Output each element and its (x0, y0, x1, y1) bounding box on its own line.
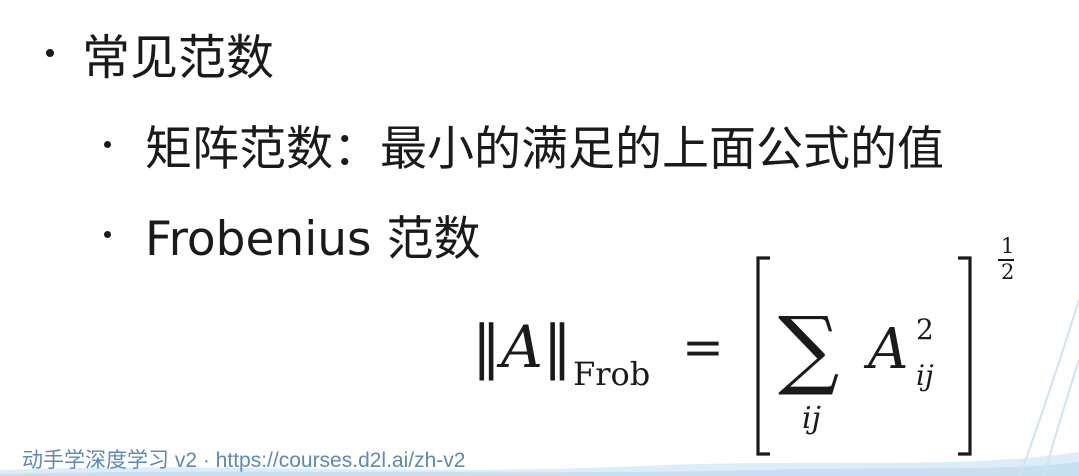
formula-term-subscript: ij (916, 359, 934, 392)
formula-sum-index: ij (802, 401, 821, 436)
frobenius-formula: ‖A‖ Frob = ∑ ij A 2 ij 1 2 (0, 0, 1079, 476)
left-bracket-icon (756, 256, 770, 456)
right-bracket-icon (958, 256, 972, 456)
formula-exponent-numerator: 1 (1001, 234, 1015, 258)
formula-term-var: A (868, 317, 909, 382)
formula-term-superscript: 2 (916, 313, 934, 346)
footer-source[interactable]: 动手学深度学习 v2 · https://courses.d2l.ai/zh-v… (22, 450, 465, 471)
formula-brackets (756, 256, 972, 456)
slide: 常见范数 矩阵范数：最小的满足的上面公式的值 Frobenius 范数 ‖A‖ … (0, 0, 1079, 476)
formula-exponent-denominator: 2 (1001, 260, 1015, 284)
formula-sum-symbol: ∑ (778, 299, 840, 399)
